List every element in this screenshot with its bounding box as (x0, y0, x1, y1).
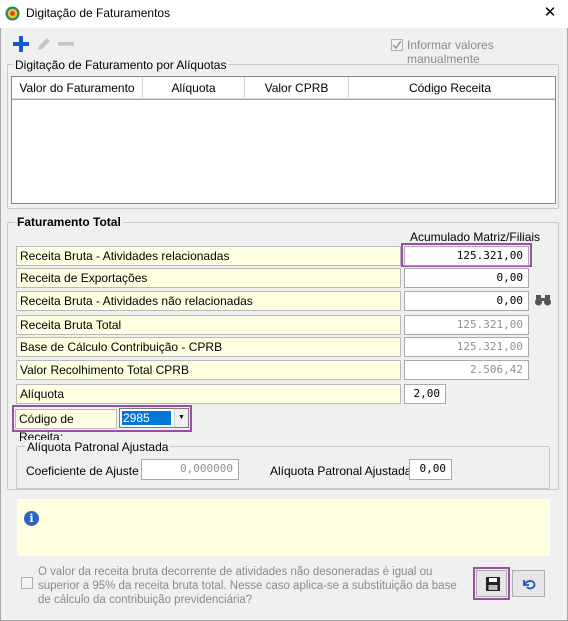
row-label-receita-bruta-total: Receita Bruta Total (16, 315, 401, 335)
receita-bruta-relacionadas-field[interactable]: 125.321,00 (404, 246, 529, 266)
row-label-base-calculo-cprb: Base de Cálculo Contribuição - CPRB (16, 337, 401, 357)
window-title: Digitação de Faturamentos (26, 6, 171, 20)
coef-ajuste-field: 0,000000 (141, 459, 239, 480)
receita-exportacoes-field[interactable]: 0,00 (404, 268, 529, 288)
plus-icon (13, 36, 29, 52)
close-button[interactable]: ✕ (538, 3, 562, 23)
binoculars-button[interactable] (533, 290, 553, 310)
aliquota-label: Alíquota (16, 384, 401, 404)
row-label-receita-nao-relacionadas: Receita Bruta - Atividades não relaciona… (16, 291, 401, 311)
remove-button[interactable] (57, 37, 75, 51)
binoculars-icon (535, 295, 551, 306)
aliquotas-grid[interactable]: Valor do Faturamento Alíquota Valor CPRB… (11, 76, 556, 204)
undo-button[interactable] (512, 570, 545, 597)
manual-values-label: Informar valores manualmente (407, 38, 494, 66)
row-label-valor-recolhimento: Valor Recolhimento Total CPRB (16, 360, 401, 380)
info-icon-letter: i (29, 512, 34, 525)
info-panel: i (17, 499, 550, 556)
col-codigo-receita[interactable]: Código Receita (349, 77, 551, 99)
dropdown-arrow-icon[interactable]: ▼ (174, 409, 188, 427)
desoneracao-question: O valor da receita bruta decorrente de a… (38, 566, 457, 606)
checkmark-icon (392, 40, 402, 50)
desoneracao-checkbox[interactable] (21, 577, 33, 589)
acumulado-header: Acumulado Matriz/Filiais (410, 230, 541, 244)
receita-nao-relacionadas-field[interactable]: 0,00 (404, 291, 529, 311)
aliquotas-group-title: Digitação de Faturamento por Alíquotas (13, 58, 229, 72)
floppy-disk-icon (486, 577, 500, 591)
coef-ajuste-label: Coeficiente de Ajuste (26, 464, 139, 478)
grid-header: Valor do Faturamento Alíquota Valor CPRB… (12, 77, 555, 99)
aliquota-field[interactable]: 2,00 (404, 384, 446, 404)
title-bar: Digitação de Faturamentos ✕ (0, 0, 568, 28)
pencil-icon (38, 38, 50, 50)
receita-bruta-total-field: 125.321,00 (404, 315, 529, 335)
faturamento-group-title: Faturamento Total (15, 215, 123, 229)
codigo-receita-value: 2985 (122, 411, 171, 425)
undo-arrow-icon (523, 580, 536, 590)
base-calculo-cprb-field: 125.321,00 (404, 337, 529, 357)
row-label-receita-exportacoes: Receita de Exportações (16, 268, 401, 288)
aliq-patronal-label: Alíquota Patronal Ajustada (270, 464, 412, 478)
manual-values-checkbox[interactable] (391, 39, 403, 51)
app-icon (5, 6, 20, 21)
col-valor-cprb[interactable]: Valor CPRB (245, 77, 349, 99)
save-button[interactable] (476, 570, 507, 597)
add-button[interactable] (12, 35, 30, 53)
row-label-receita-bruta-relacionadas: Receita Bruta - Atividades relacionadas (16, 246, 401, 266)
codigo-receita-select[interactable]: 2985 ▼ (119, 408, 189, 428)
edit-button[interactable] (36, 36, 52, 52)
valor-recolhimento-field: 2.506,42 (404, 360, 529, 380)
col-valor-faturamento[interactable]: Valor do Faturamento (12, 77, 143, 99)
patronal-group-title: Alíquota Patronal Ajustada (25, 440, 171, 454)
aliq-patronal-field[interactable]: 0,00 (409, 459, 452, 480)
col-aliquota[interactable]: Alíquota (143, 77, 245, 99)
info-icon: i (24, 511, 39, 526)
minus-icon (58, 42, 74, 46)
grid-body (12, 100, 555, 203)
codigo-receita-label: Código de Receita: (15, 409, 117, 444)
